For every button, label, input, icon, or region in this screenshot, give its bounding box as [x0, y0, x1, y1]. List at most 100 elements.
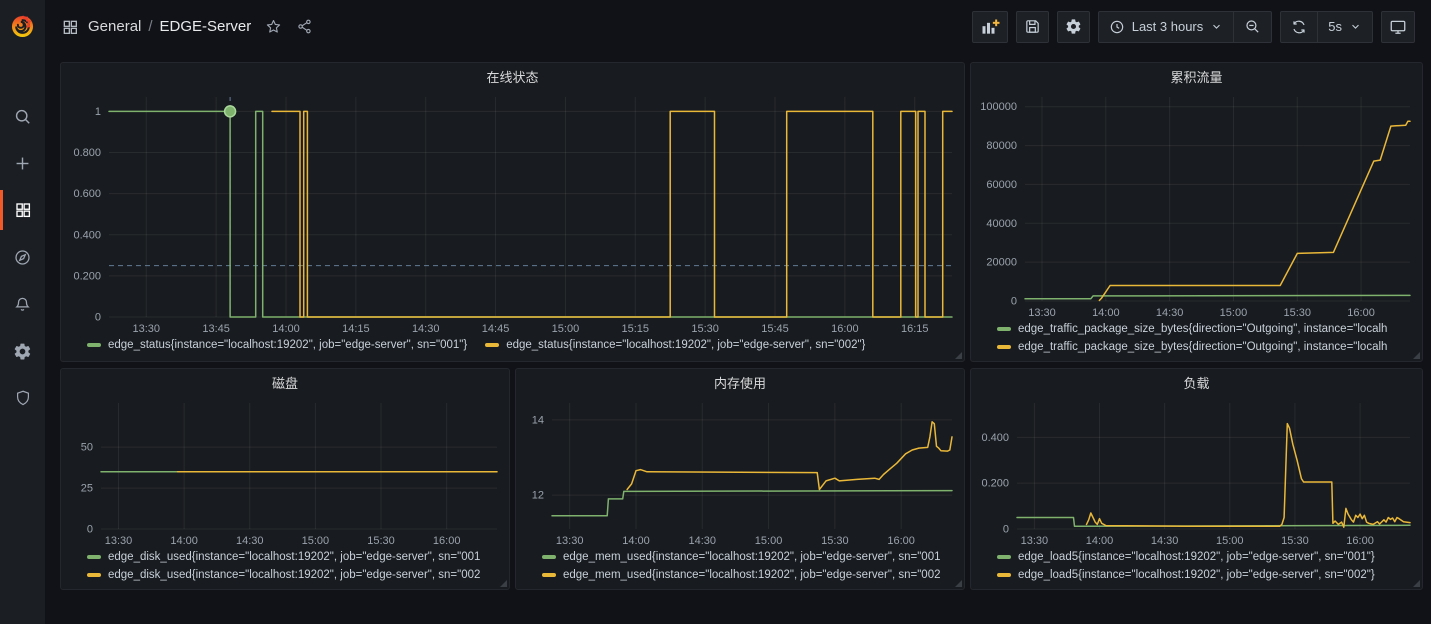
breadcrumb-dashboard-title[interactable]: EDGE-Server	[160, 18, 252, 35]
sidebar-item-configuration[interactable]	[0, 331, 45, 371]
legend-series-swatch	[542, 573, 556, 577]
panel-title-online-status[interactable]: 在线状态	[61, 63, 964, 89]
legend-item[interactable]: edge_status{instance="localhost:19202", …	[485, 339, 865, 351]
svg-text:15:30: 15:30	[1283, 307, 1311, 319]
legend-series-swatch	[997, 573, 1011, 577]
chart-disk[interactable]: 13:3014:0014:3015:0015:3016:0002550	[61, 395, 509, 549]
svg-text:16:00: 16:00	[433, 535, 461, 547]
panel-resize-handle[interactable]	[1413, 580, 1420, 587]
svg-text:14:00: 14:00	[1086, 535, 1114, 547]
compass-icon	[13, 248, 32, 267]
panel-title-cumulative-traffic[interactable]: 累积流量	[971, 63, 1422, 89]
legend-series-label: edge_traffic_package_size_bytes{directio…	[1018, 323, 1387, 335]
time-range-picker[interactable]: Last 3 hours	[1099, 12, 1234, 42]
legend-item[interactable]: edge_traffic_package_size_bytes{directio…	[997, 341, 1412, 353]
add-panel-button[interactable]	[972, 11, 1008, 43]
dashboard-settings-button[interactable]	[1057, 11, 1090, 43]
gear-icon	[13, 342, 32, 361]
svg-text:14:00: 14:00	[170, 535, 198, 547]
legend-series-swatch	[87, 343, 101, 347]
chart-svg: 13:3014:0014:3015:0015:3016:000200004000…	[971, 89, 1422, 321]
series-point-marker	[225, 106, 236, 117]
panel-resize-handle[interactable]	[955, 352, 962, 359]
time-range-label: Last 3 hours	[1132, 19, 1204, 34]
main-area: General / EDGE-Server	[45, 0, 1431, 624]
sidebar-item-create[interactable]	[0, 143, 45, 183]
legend-item[interactable]: edge_load5{instance="localhost:19202", j…	[997, 551, 1412, 563]
refresh-icon	[1291, 19, 1307, 35]
sidebar-item-explore[interactable]	[0, 237, 45, 277]
panel-resize-handle[interactable]	[955, 580, 962, 587]
chart-load[interactable]: 13:3014:0014:3015:0015:3016:0000.2000.40…	[971, 395, 1422, 549]
svg-text:14:15: 14:15	[342, 323, 370, 335]
refresh-dashboard-button[interactable]	[1281, 12, 1317, 42]
dashboards-grid-icon	[14, 201, 32, 219]
tv-cycle-view-button[interactable]	[1381, 11, 1415, 43]
star-dashboard-button[interactable]	[265, 18, 282, 35]
chart-memory-usage[interactable]: 13:3014:0014:3015:0015:3016:001214	[516, 395, 964, 549]
legend-series-swatch	[87, 555, 101, 559]
svg-text:15:30: 15:30	[821, 535, 849, 547]
breadcrumb-folder[interactable]: General	[88, 18, 141, 35]
grafana-logo[interactable]	[0, 0, 45, 52]
panel-resize-handle[interactable]	[500, 580, 507, 587]
legend-item[interactable]: edge_disk_used{instance="localhost:19202…	[87, 569, 499, 581]
chart-svg: 13:3014:0014:3015:0015:3016:001214	[516, 395, 964, 549]
svg-text:13:30: 13:30	[556, 535, 584, 547]
svg-text:16:00: 16:00	[1346, 535, 1374, 547]
navbar-actions: Last 3 hours 5s	[972, 11, 1415, 43]
search-icon	[13, 107, 32, 126]
sidebar-item-server-admin[interactable]	[0, 378, 45, 418]
breadcrumb: General / EDGE-Server	[62, 18, 313, 35]
refresh-interval-picker[interactable]: 5s	[1318, 12, 1372, 42]
svg-text:0.400: 0.400	[981, 432, 1009, 444]
legend-series-label: edge_status{instance="localhost:19202", …	[506, 339, 865, 351]
panel-resize-handle[interactable]	[1413, 352, 1420, 359]
panel-title-load[interactable]: 负载	[971, 369, 1422, 395]
panel-title-memory-usage[interactable]: 内存使用	[516, 369, 964, 395]
legend-item[interactable]: edge_mem_used{instance="localhost:19202"…	[542, 569, 954, 581]
sidebar-item-dashboards[interactable]	[0, 190, 45, 230]
legend-cumulative-traffic: edge_traffic_package_size_bytes{directio…	[971, 321, 1422, 361]
legend-item[interactable]: edge_load5{instance="localhost:19202", j…	[997, 569, 1412, 581]
chevron-down-icon	[1210, 20, 1223, 33]
svg-text:14:00: 14:00	[622, 535, 650, 547]
sidebar-item-search[interactable]	[0, 96, 45, 136]
chart-online-status[interactable]: 13:3013:4514:0014:1514:3014:4515:0015:15…	[61, 89, 964, 337]
svg-text:100000: 100000	[980, 101, 1017, 113]
svg-text:40000: 40000	[986, 218, 1017, 230]
svg-text:1: 1	[95, 106, 101, 118]
legend-series-swatch	[997, 555, 1011, 559]
svg-text:13:45: 13:45	[202, 323, 230, 335]
chart-svg: 13:3013:4514:0014:1514:3014:4515:0015:15…	[61, 89, 964, 337]
svg-text:14:30: 14:30	[1151, 535, 1179, 547]
legend-item[interactable]: edge_traffic_package_size_bytes{directio…	[997, 323, 1412, 335]
zoom-out-time-button[interactable]	[1234, 12, 1271, 42]
svg-text:14:30: 14:30	[689, 535, 717, 547]
grafana-app: General / EDGE-Server	[0, 0, 1431, 624]
legend-series-swatch	[542, 555, 556, 559]
svg-text:15:45: 15:45	[761, 323, 789, 335]
svg-text:14: 14	[532, 414, 544, 426]
legend-memory-usage: edge_mem_used{instance="localhost:19202"…	[516, 549, 964, 589]
sidebar-item-alerting[interactable]	[0, 284, 45, 324]
chart-cumulative-traffic[interactable]: 13:3014:0014:3015:0015:3016:000200004000…	[971, 89, 1422, 321]
legend-item[interactable]: edge_status{instance="localhost:19202", …	[87, 339, 467, 351]
svg-text:15:00: 15:00	[302, 535, 330, 547]
svg-text:14:30: 14:30	[1156, 307, 1184, 319]
save-dashboard-button[interactable]	[1016, 11, 1049, 43]
chevron-down-icon	[1349, 20, 1362, 33]
legend-item[interactable]: edge_mem_used{instance="localhost:19202"…	[542, 551, 954, 563]
legend-item[interactable]: edge_disk_used{instance="localhost:19202…	[87, 551, 499, 563]
share-dashboard-button[interactable]	[296, 18, 313, 35]
svg-text:15:15: 15:15	[622, 323, 650, 335]
dashboard-grid-icon	[62, 19, 78, 35]
legend-series-label: edge_traffic_package_size_bytes{directio…	[1018, 341, 1387, 353]
sidebar	[0, 0, 45, 624]
legend-online-status: edge_status{instance="localhost:19202", …	[61, 337, 964, 361]
svg-text:14:30: 14:30	[236, 535, 264, 547]
panel-title-disk[interactable]: 磁盘	[61, 369, 509, 395]
panel-cumulative-traffic: 累积流量13:3014:0014:3015:0015:3016:00020000…	[970, 62, 1423, 362]
time-picker-group: Last 3 hours	[1098, 11, 1273, 43]
svg-text:50: 50	[81, 442, 93, 454]
